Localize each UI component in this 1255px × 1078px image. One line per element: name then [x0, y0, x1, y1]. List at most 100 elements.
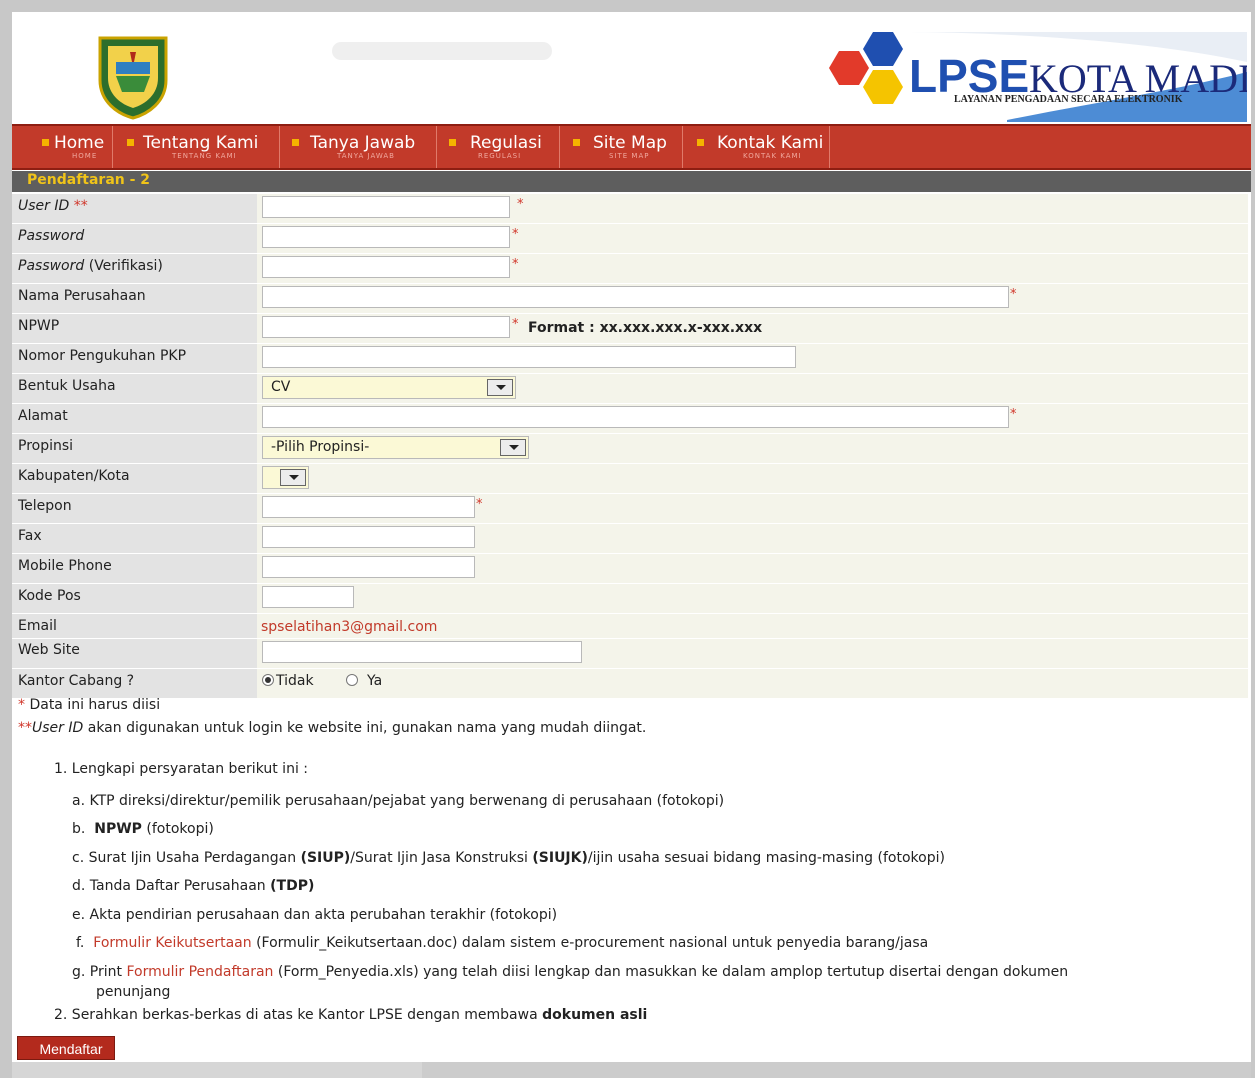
user-id-note: **User ID akan digunakan untuk login ke … [18, 720, 647, 736]
city-crest-icon [98, 36, 168, 120]
row-pkp: Nomor Pengukuhan PKP [12, 344, 1248, 374]
user-id-input[interactable] [262, 196, 510, 218]
required-marker: * [512, 227, 519, 242]
row-propinsi: Propinsi -Pilih Propinsi- [12, 434, 1248, 464]
nav-bullet-icon [697, 139, 704, 146]
row-alamat: Alamat * [12, 404, 1248, 434]
npwp-format-hint: Format : xx.xxx.xxx.x-xxx.xxx [528, 320, 763, 336]
step-1: 1. Lengkapi persyaratan berikut ini : [54, 761, 308, 777]
required-note: * Data ini harus diisi [18, 697, 161, 713]
nav-regulasi[interactable]: Regulasi REGULASI [437, 126, 560, 168]
required-marker: * [1010, 287, 1017, 302]
window-frame-top [0, 0, 1255, 12]
website-label: Web Site [18, 642, 80, 658]
main-nav: Home HOME Tentang Kami TENTANG KAMI Tany… [12, 124, 1251, 170]
required-marker: * [512, 257, 519, 272]
kabupaten-select[interactable] [262, 466, 309, 489]
propinsi-select[interactable]: -Pilih Propinsi- [262, 436, 529, 459]
requirement-d: d. Tanda Daftar Perusahaan (TDP) [72, 878, 315, 894]
requirement-g-continued: penunjang [96, 984, 171, 1000]
lpse-logo: LPSE KOTA MADIUN [829, 32, 1247, 122]
row-nama-perusahaan: Nama Perusahaan * [12, 284, 1248, 314]
alamat-label: Alamat [18, 408, 68, 424]
row-bentuk-usaha: Bentuk Usaha CV [12, 374, 1248, 404]
nama-perusahaan-input[interactable] [262, 286, 1009, 308]
row-fax: Fax [12, 524, 1248, 554]
alamat-input[interactable] [262, 406, 1009, 428]
row-email: Email spselatihan3@gmail.com [12, 614, 1248, 639]
password-label: Password [18, 228, 85, 244]
pkp-label: Nomor Pengukuhan PKP [18, 348, 187, 364]
password-input[interactable] [262, 226, 510, 248]
nav-bullet-icon [127, 139, 134, 146]
window-frame-left [0, 0, 12, 1078]
requirement-f: f. Formulir Keikutsertaan (Formulir_Keik… [76, 935, 929, 951]
requirement-b: b. NPWP (fotokopi) [72, 821, 214, 837]
site-header: LPSE KOTA MADIUN LAYANAN PENGADAAN SECAR… [12, 12, 1251, 124]
nav-kontak-kami[interactable]: Kontak Kami KONTAK KAMI [683, 126, 830, 168]
nav-bullet-icon [42, 139, 49, 146]
formulir-pendaftaran-link[interactable]: Formulir Pendaftaran [126, 964, 273, 980]
nav-tentang-kami[interactable]: Tentang Kami TENTANG KAMI [113, 126, 280, 168]
kabupaten-label: Kabupaten/Kota [18, 468, 130, 484]
row-kabupaten: Kabupaten/Kota [12, 464, 1248, 494]
requirement-c: c. Surat Ijin Usaha Perdagangan (SIUP)/S… [72, 850, 945, 866]
formulir-keikutsertaan-link[interactable]: Formulir Keikutsertaan [93, 935, 251, 951]
required-marker: * [1010, 407, 1017, 422]
required-marker: * [517, 197, 524, 212]
section-title: Pendaftaran - 2 [12, 171, 1251, 192]
password-verification-input[interactable] [262, 256, 510, 278]
step-2: 2. Serahkan berkas-berkas di atas ke Kan… [54, 1007, 648, 1023]
radio-ya-label: Ya [367, 673, 383, 689]
requirement-a: a. KTP direksi/direktur/pemilik perusaha… [72, 793, 725, 809]
radio-ya[interactable] [346, 674, 358, 686]
kode-pos-label: Kode Pos [18, 588, 81, 604]
kantor-cabang-label: Kantor Cabang ? [18, 673, 135, 689]
email-label: Email [18, 618, 57, 634]
npwp-input[interactable] [262, 316, 510, 338]
row-user-id: User ID ** * [12, 194, 1248, 224]
nav-site-map[interactable]: Site Map SITE MAP [560, 126, 683, 168]
required-marker: * [512, 317, 519, 332]
npwp-label: NPWP [18, 318, 60, 334]
fax-input[interactable] [262, 526, 475, 548]
website-input[interactable] [262, 641, 582, 663]
row-telepon: Telepon * [12, 494, 1248, 524]
kode-pos-input[interactable] [262, 586, 354, 608]
nav-tanya-jawab[interactable]: Tanya Jawab TANYA JAWAB [280, 126, 437, 168]
row-kode-pos: Kode Pos [12, 584, 1248, 614]
bentuk-usaha-label: Bentuk Usaha [18, 378, 116, 394]
mobile-phone-label: Mobile Phone [18, 558, 112, 574]
row-password: Password * [12, 224, 1248, 254]
row-website: Web Site [12, 639, 1248, 669]
window-frame-right [1251, 0, 1255, 1078]
requirement-g: g. Print Formulir Pendaftaran (Form_Peny… [72, 964, 1069, 980]
row-mobile-phone: Mobile Phone [12, 554, 1248, 584]
required-marker: * [476, 497, 483, 512]
radio-tidak[interactable] [262, 674, 274, 686]
nav-bullet-icon [292, 139, 299, 146]
telepon-input[interactable] [262, 496, 475, 518]
row-npwp: NPWP * Format : xx.xxx.xxx.x-xxx.xxx [12, 314, 1248, 344]
nav-home[interactable]: Home HOME [28, 126, 113, 168]
requirement-e: e. Akta pendirian perusahaan dan akta pe… [72, 907, 558, 923]
fax-label: Fax [18, 528, 42, 544]
nav-bullet-icon [449, 139, 456, 146]
password-verification-label: Password (Verifikasi) [18, 258, 163, 274]
mendaftar-button[interactable]: Mendaftar [17, 1036, 115, 1060]
bentuk-usaha-select[interactable]: CV [262, 376, 516, 399]
radio-tidak-label: Tidak [276, 673, 314, 689]
chevron-down-icon[interactable] [487, 379, 513, 396]
email-value: spselatihan3@gmail.com [261, 619, 438, 635]
row-kantor-cabang: Kantor Cabang ? Tidak Ya [12, 669, 1248, 699]
propinsi-label: Propinsi [18, 438, 74, 454]
mobile-phone-input[interactable] [262, 556, 475, 578]
telepon-label: Telepon [18, 498, 72, 514]
chevron-down-icon[interactable] [280, 469, 306, 486]
chevron-down-icon[interactable] [500, 439, 526, 456]
pkp-input[interactable] [262, 346, 796, 368]
header-decoration [332, 42, 552, 60]
lpse-tagline: LAYANAN PENGADAAN SECARA ELEKTRONIK [954, 94, 1183, 105]
nav-bullet-icon [573, 139, 580, 146]
user-id-label: User ID [18, 198, 70, 214]
